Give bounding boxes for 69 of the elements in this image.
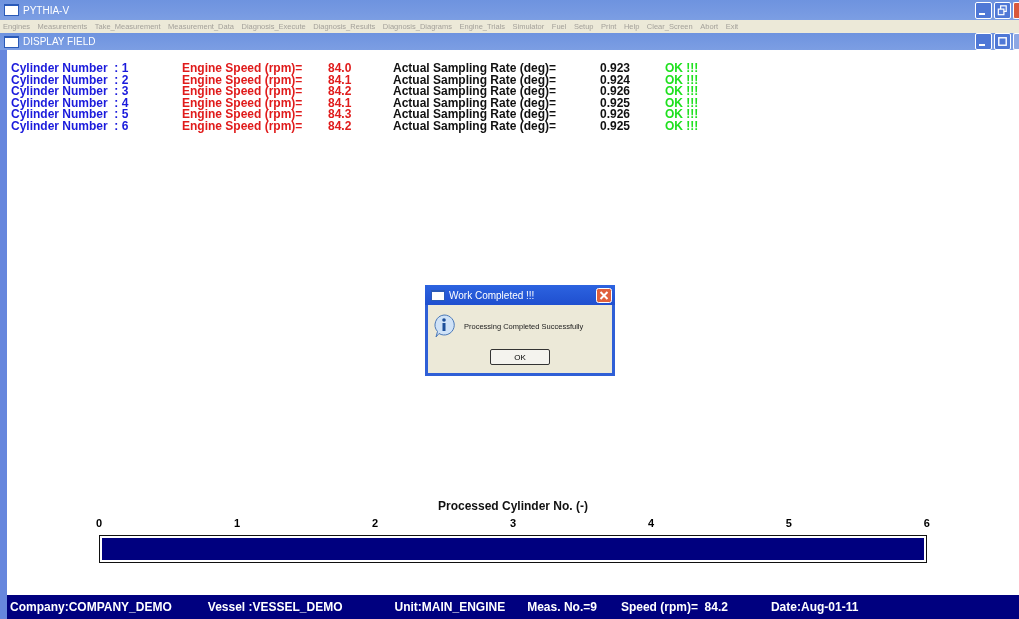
status-item: Company:COMPANY_DEMO <box>10 600 172 614</box>
speed-label: Engine Speed (rpm)= <box>182 97 304 109</box>
status-item: Date:Aug-01-11 <box>770 600 859 614</box>
sampling-rate-label: Actual Sampling Rate (deg)= <box>393 120 558 132</box>
sampling-rate-label: Actual Sampling Rate (deg)= <box>393 74 558 86</box>
scale-label: 3 <box>509 517 517 529</box>
status-text: OK !!! <box>665 63 699 75</box>
maximize-button[interactable] <box>994 33 1011 50</box>
sampling-rate-value: 0.925 <box>600 120 632 132</box>
scale-label: 0 <box>96 517 103 529</box>
minimize-button[interactable] <box>975 1 992 19</box>
status-text: OK !!! <box>665 120 699 132</box>
speed-value: 84.2 <box>328 120 353 132</box>
scale-label: 5 <box>785 517 792 529</box>
window-icon <box>4 4 19 16</box>
restore-icon <box>996 3 1009 17</box>
sampling-rate-label: Actual Sampling Rate (deg)= <box>393 109 558 121</box>
minimize-icon <box>978 44 985 46</box>
sampling-rate-value: 0.925 <box>600 97 632 109</box>
scale-label: 1 <box>233 517 241 529</box>
restore-button[interactable] <box>994 1 1011 19</box>
status-item: Speed (rpm)= 84.2 <box>620 600 728 614</box>
cylinder-label: Cylinder Number : 2 <box>11 74 130 86</box>
cylinder-label: Cylinder Number : 1 <box>11 63 130 75</box>
status-text: OK !!! <box>665 97 699 109</box>
window-icon <box>4 35 19 48</box>
speed-value: 84.1 <box>328 97 353 109</box>
window-title: PYTHIA-V <box>23 4 70 16</box>
scale-label: 2 <box>371 517 379 529</box>
close-button[interactable] <box>1013 33 1019 50</box>
ok-button[interactable]: OK <box>490 349 550 365</box>
maximize-icon <box>996 35 1009 48</box>
speed-label: Engine Speed (rpm)= <box>182 63 304 75</box>
speed-label: Engine Speed (rpm)= <box>182 109 304 121</box>
speed-value: 84.3 <box>328 109 353 121</box>
cylinder-label: Cylinder Number : 6 <box>11 120 130 132</box>
speed-label: Engine Speed (rpm)= <box>182 74 304 86</box>
cylinder-label: Cylinder Number : 3 <box>11 86 130 98</box>
close-button[interactable] <box>596 287 612 303</box>
sampling-rate-value: 0.926 <box>600 86 632 98</box>
progress-title: Processed Cylinder No. (-) <box>437 499 588 513</box>
window-icon <box>431 289 445 301</box>
status-text: OK !!! <box>665 86 699 98</box>
status-text: OK !!! <box>665 109 699 121</box>
info-icon <box>433 314 455 338</box>
scale-label: 6 <box>923 517 930 529</box>
child-window-title: DISPLAY FIELD <box>23 36 96 47</box>
status-item: Meas. No.=9 <box>527 600 597 614</box>
cylinder-label: Cylinder Number : 5 <box>11 109 130 121</box>
status-text: OK !!! <box>665 74 699 86</box>
speed-value: 84.2 <box>328 86 353 98</box>
status-item: Unit:MAIN_ENGINE <box>394 600 506 614</box>
speed-label: Engine Speed (rpm)= <box>182 86 304 98</box>
close-button[interactable] <box>1013 1 1019 19</box>
minimize-button[interactable] <box>975 33 992 50</box>
sampling-rate-label: Actual Sampling Rate (deg)= <box>393 63 558 75</box>
scale-label: 4 <box>647 517 654 529</box>
sampling-rate-label: Actual Sampling Rate (deg)= <box>393 97 558 109</box>
sampling-rate-value: 0.924 <box>600 74 632 86</box>
sampling-rate-label: Actual Sampling Rate (deg)= <box>393 86 558 98</box>
cylinder-label: Cylinder Number : 4 <box>11 97 130 109</box>
sampling-rate-value: 0.926 <box>600 109 632 121</box>
speed-label: Engine Speed (rpm)= <box>182 120 304 132</box>
speed-value: 84.0 <box>328 63 353 75</box>
status-item: Vessel :VESSEL_DEMO <box>207 600 343 614</box>
dialog-title: Work Completed !!! <box>449 289 535 301</box>
speed-value: 84.1 <box>328 74 353 86</box>
minimize-icon <box>978 12 985 15</box>
sampling-rate-value: 0.923 <box>600 63 632 75</box>
